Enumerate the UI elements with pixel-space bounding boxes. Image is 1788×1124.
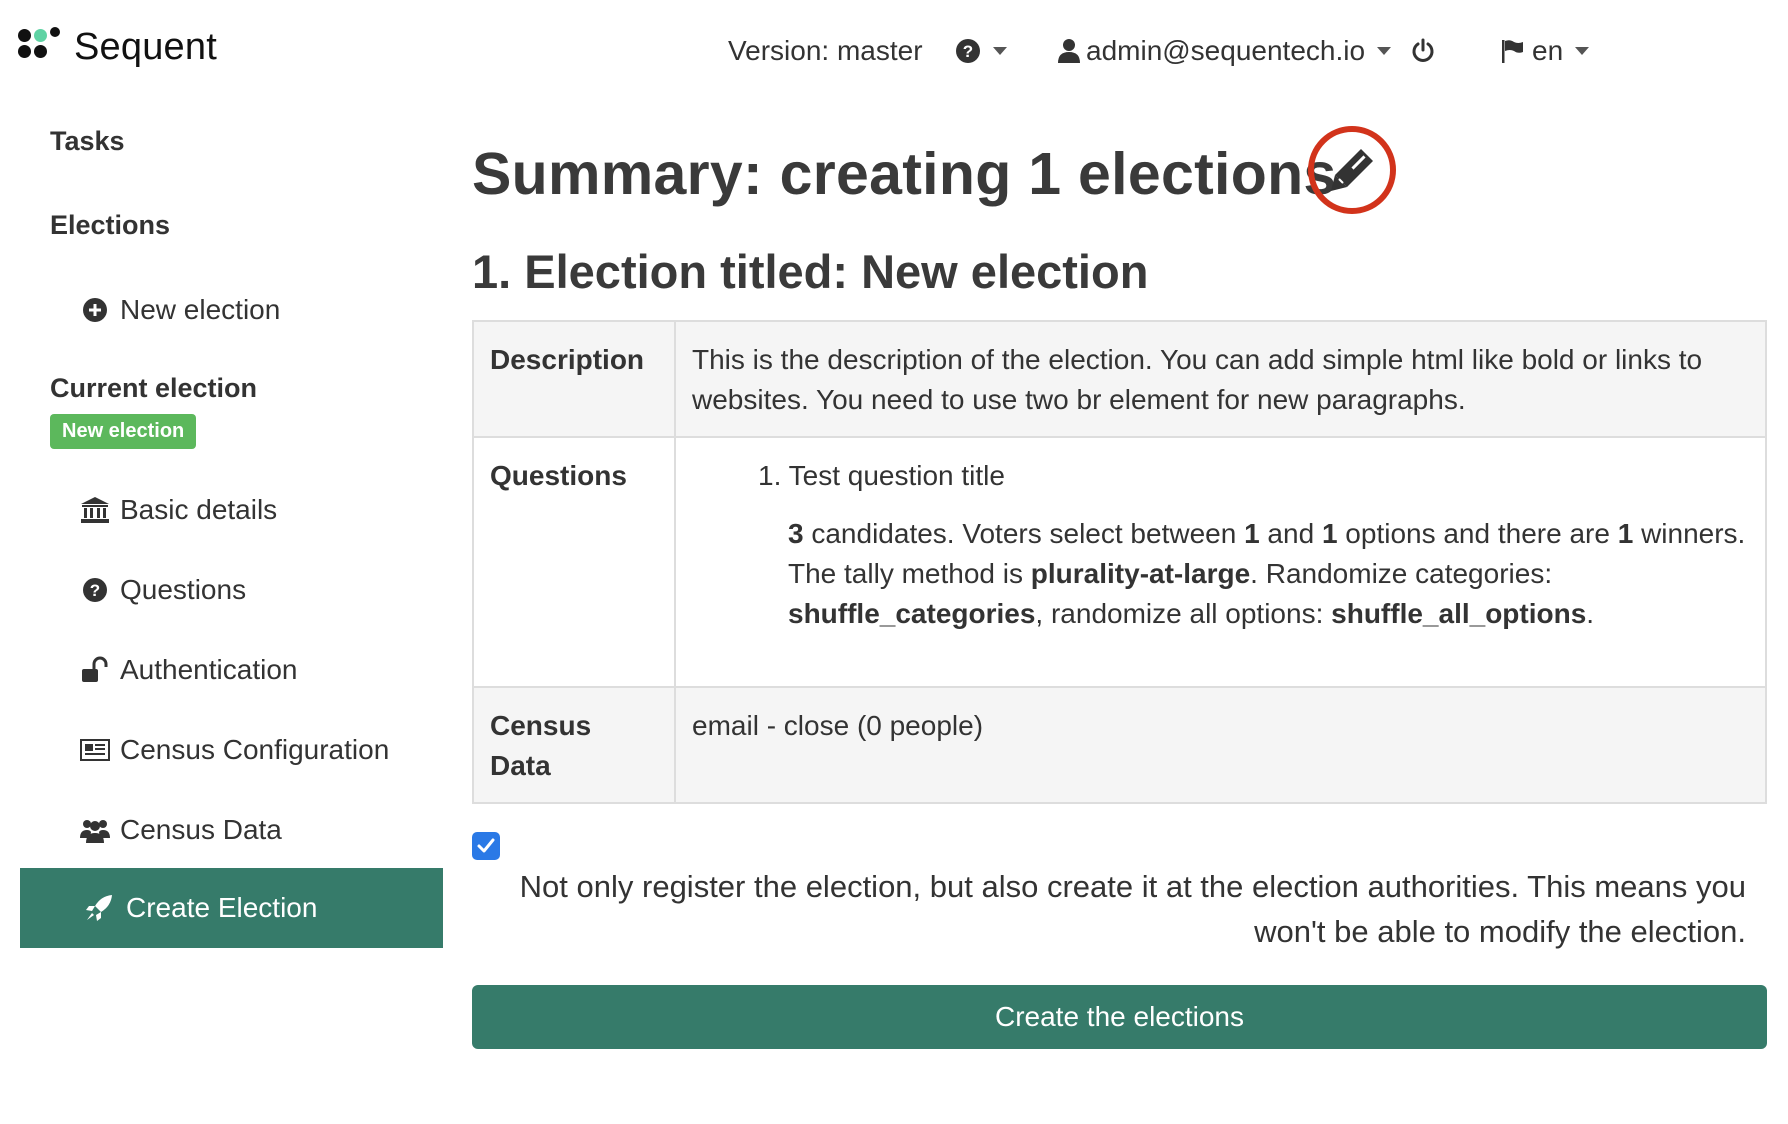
page-title: Summary: creating 1 elections: [472, 141, 1337, 207]
flag-icon: [1502, 40, 1523, 63]
detail-text: , randomize all options:: [1035, 598, 1332, 629]
user-email: admin@sequentech.io: [1086, 35, 1366, 66]
questions-value: 1. Test question title 3 candidates. Vot…: [674, 436, 1767, 688]
brand-logo[interactable]: Sequent: [18, 22, 217, 72]
language-dropdown[interactable]: en: [1500, 28, 1590, 74]
version-text: Version: master: [728, 35, 923, 66]
svg-text:?: ?: [963, 42, 973, 61]
create-elections-button[interactable]: Create the elections: [472, 985, 1767, 1049]
bank-icon: [80, 495, 110, 525]
sidebar-item-new-election[interactable]: New election: [80, 289, 280, 331]
sidebar-item-census-configuration[interactable]: Census Configuration: [80, 729, 389, 771]
unlock-icon: [80, 655, 110, 685]
power-icon: [1412, 38, 1434, 62]
question-title: 1. Test question title: [758, 460, 1005, 491]
question-circle-icon: ?: [956, 39, 980, 63]
sidebar-item-basic-details[interactable]: Basic details: [80, 489, 277, 531]
census-data-label: Census Data: [472, 686, 676, 804]
detail-text: .: [1586, 598, 1595, 629]
candidates-count: 3: [788, 518, 804, 549]
table-row-description: Description This is the description of t…: [472, 320, 1767, 438]
detail-text: options and there are: [1337, 518, 1618, 549]
user-icon: [1058, 39, 1080, 63]
sidebar-current-election: Current election: [50, 373, 258, 403]
language-label: en: [1532, 35, 1564, 66]
sidebar-tasks[interactable]: Tasks: [50, 126, 125, 157]
shuffle-categories-value: shuffle_categories: [788, 598, 1036, 629]
help-dropdown[interactable]: ?: [955, 28, 1007, 74]
chevron-down-icon: [993, 47, 1007, 55]
sidebar-item-questions[interactable]: ? Questions: [80, 569, 246, 611]
sidebar-item-census-data[interactable]: Census Data: [80, 809, 282, 851]
logout-button[interactable]: [1410, 28, 1436, 74]
check-icon: [477, 838, 495, 853]
sidebar-item-label: Create Election: [126, 892, 318, 923]
pencil-icon: [1331, 149, 1373, 191]
detail-text: and: [1259, 518, 1322, 549]
census-label-line: Data: [490, 750, 551, 781]
description-value: This is the description of the election.…: [674, 320, 1767, 438]
edit-title-button[interactable]: [1308, 126, 1396, 214]
winners-count: 1: [1617, 518, 1634, 549]
svg-text:?: ?: [90, 581, 100, 600]
description-label: Description: [472, 320, 676, 438]
newspaper-icon: [80, 735, 110, 765]
users-icon: [80, 815, 110, 845]
sidebar-item-label: Census Data: [120, 814, 282, 845]
chevron-down-icon: [1377, 47, 1392, 55]
census-label-line: Census: [490, 710, 592, 741]
sidebar-item-label: Census Configuration: [120, 734, 390, 765]
sidebar-item-create-election[interactable]: Create Election: [20, 868, 443, 948]
question-detail: 3 candidates. Voters select between 1 an…: [692, 514, 1749, 670]
max-options: 1: [1321, 518, 1338, 549]
sidebar-item-label: Basic details: [120, 494, 278, 525]
table-row-questions: Questions 1. Test question title 3 candi…: [472, 436, 1767, 688]
create-at-authorities-notice: Not only register the election, but also…: [519, 869, 1746, 949]
sidebar-item-authentication[interactable]: Authentication: [80, 649, 297, 691]
election-title: 1. Election titled: New election: [472, 245, 1149, 298]
brand-name: Sequent: [74, 25, 217, 68]
sidebar-item-label: New election: [120, 294, 281, 325]
census-data-value: email - close (0 people): [674, 686, 1767, 804]
logo-dots-icon: [18, 27, 68, 67]
current-election-badge: New election: [50, 414, 197, 449]
tally-method: plurality-at-large: [1030, 558, 1251, 589]
table-row-census-data: Census Data email - close (0 people): [472, 686, 1767, 804]
shuffle-all-options-value: shuffle_all_options: [1331, 598, 1587, 629]
sidebar-item-label: Authentication: [120, 654, 298, 685]
version-label: Version: master: [728, 28, 923, 74]
min-options: 1: [1244, 518, 1260, 549]
detail-text: . Randomize categories:: [1250, 558, 1553, 589]
sidebar-item-label: Questions: [120, 574, 247, 605]
plus-circle-icon: [80, 295, 110, 325]
questions-label: Questions: [472, 436, 676, 688]
chevron-down-icon: [1575, 47, 1590, 55]
create-at-authorities-checkbox[interactable]: [472, 832, 500, 860]
rocket-icon: [84, 893, 114, 923]
question-circle-icon: ?: [80, 575, 110, 605]
sidebar-elections[interactable]: Elections: [50, 210, 170, 241]
detail-text: candidates. Voters select between: [803, 518, 1245, 549]
user-dropdown[interactable]: admin@sequentech.io: [1058, 28, 1392, 74]
election-summary-table: Description This is the description of t…: [472, 320, 1767, 804]
